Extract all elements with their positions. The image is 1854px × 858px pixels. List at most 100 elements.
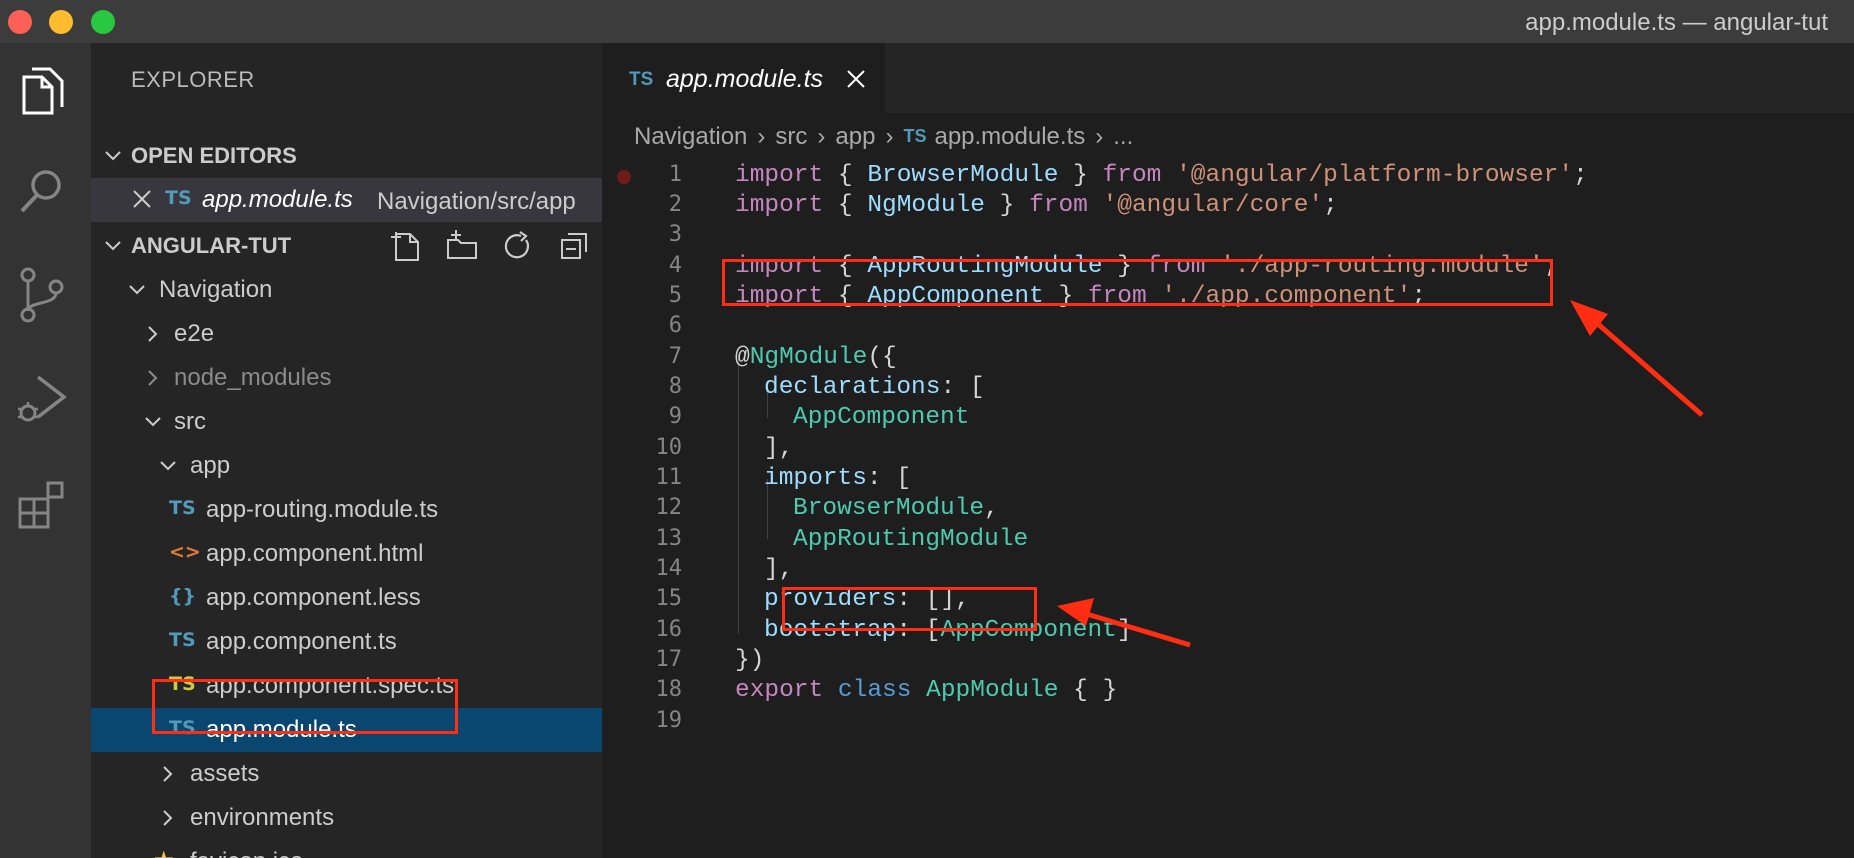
- tree-item-label: app: [190, 452, 231, 479]
- code-text: }): [735, 647, 765, 674]
- line-number: 19: [655, 708, 683, 733]
- open-editors-header[interactable]: OPEN EDITORS: [91, 136, 602, 176]
- new-file-icon[interactable]: [388, 230, 424, 262]
- minimize-window-button[interactable]: [49, 10, 73, 34]
- line-number: 3: [668, 222, 682, 247]
- tree-file-app-routing-module[interactable]: TS app-routing.module.ts: [91, 488, 602, 532]
- code-text: import { NgModule } from '@angular/core'…: [735, 192, 1338, 219]
- line-number: 2: [668, 192, 682, 217]
- tree-folder-navigation[interactable]: Navigation: [91, 268, 602, 312]
- tree-item-label: src: [174, 408, 206, 435]
- line-number: 1: [668, 162, 682, 187]
- run-debug-icon[interactable]: [14, 369, 70, 429]
- chevron-right-icon: [163, 766, 173, 782]
- breadcrumb: Navigation › src › app › TS app.module.ts ›...: [634, 122, 1133, 151]
- typescript-file-icon: TS: [629, 69, 654, 90]
- line-number: 15: [655, 586, 683, 611]
- tab-label: app.module.ts: [666, 65, 824, 93]
- highlight-box-imports-entry: [782, 587, 1037, 631]
- chevron-right-icon: [163, 810, 173, 826]
- code-text: declarations: [: [764, 374, 985, 401]
- line-number: 9: [668, 404, 682, 429]
- line-number: 17: [655, 647, 683, 672]
- line-number: 16: [655, 617, 683, 642]
- line-number: 4: [668, 253, 682, 278]
- tree-file-app-component-less[interactable]: {} app.component.less: [91, 576, 602, 620]
- close-icon[interactable]: [844, 67, 868, 91]
- tree-item-label: app-routing.module.ts: [206, 496, 439, 523]
- line-number: 11: [655, 465, 683, 490]
- less-file-icon: {}: [169, 585, 197, 607]
- line-number: 7: [668, 344, 682, 369]
- maximize-window-button[interactable]: [91, 10, 115, 34]
- chevron-down-icon: [145, 417, 161, 427]
- line-number: 5: [668, 283, 682, 308]
- tree-folder-environments[interactable]: environments: [91, 796, 602, 840]
- refresh-icon[interactable]: [500, 230, 536, 262]
- html-file-icon: <>: [169, 541, 201, 563]
- tree-item-label: node_modules: [174, 364, 332, 391]
- line-number: 18: [655, 677, 683, 702]
- open-editor-name: app.module.ts: [202, 186, 353, 213]
- highlight-box-sidebar-file: [152, 679, 458, 734]
- code-text: imports: [: [764, 465, 912, 492]
- source-control-icon[interactable]: [14, 265, 70, 325]
- tree-item-label: app.component.less: [206, 584, 421, 611]
- tree-item-label: e2e: [174, 320, 215, 347]
- tree-folder-e2e[interactable]: e2e: [91, 312, 602, 356]
- workspace-actions: [388, 230, 592, 262]
- explorer-title: EXPLORER: [131, 67, 255, 92]
- chevron-right-icon: ›: [1095, 122, 1104, 150]
- line-number: 6: [668, 313, 682, 338]
- code-line: 19: [602, 704, 1854, 740]
- tree-item-label: environments: [190, 804, 335, 831]
- tree-file-favicon[interactable]: ★ favicon.ico: [91, 840, 602, 858]
- tree-folder-app[interactable]: app: [91, 444, 602, 488]
- tree-item-label: app.component.html: [206, 540, 424, 567]
- breadcrumb-item[interactable]: src: [775, 123, 807, 151]
- search-icon[interactable]: [14, 161, 70, 221]
- explorer-sidebar: EXPLORER OPEN EDITORS TS app.module.ts N…: [91, 43, 602, 858]
- code-text: ],: [764, 556, 794, 583]
- tree-folder-node-modules[interactable]: node_modules: [91, 356, 602, 400]
- tree-item-label: favicon.ico: [190, 848, 303, 858]
- code-text: export class AppModule { }: [735, 677, 1118, 704]
- tab-app-module[interactable]: TS app.module.ts: [602, 43, 885, 113]
- line-number: 10: [655, 435, 683, 460]
- activity-bar: [0, 43, 91, 858]
- collapse-all-icon[interactable]: [556, 230, 592, 262]
- line-number: 13: [655, 526, 683, 551]
- tree-item-label: assets: [190, 760, 260, 787]
- code-text: import { BrowserModule } from '@angular/…: [735, 162, 1588, 189]
- chevron-down-icon: [160, 461, 176, 471]
- code-text: @NgModule({: [735, 344, 897, 371]
- breadcrumb-item[interactable]: Navigation: [634, 123, 747, 151]
- open-editors-label: OPEN EDITORS: [131, 143, 297, 168]
- chevron-down-icon: [105, 241, 121, 251]
- line-number: 8: [668, 374, 682, 399]
- breadcrumb-item[interactable]: app.module.ts: [934, 123, 1085, 151]
- explorer-icon[interactable]: [14, 63, 70, 123]
- tree-file-app-component-ts[interactable]: TS app.component.ts: [91, 620, 602, 664]
- code-text: ],: [764, 435, 794, 462]
- new-folder-icon[interactable]: [444, 230, 480, 262]
- tree-item-label: app.component.ts: [206, 628, 397, 655]
- typescript-file-icon: TS: [169, 497, 196, 519]
- breadcrumb-item[interactable]: ...: [1113, 123, 1133, 151]
- tree-folder-assets[interactable]: assets: [91, 752, 602, 796]
- tree-folder-src[interactable]: src: [91, 400, 602, 444]
- chevron-down-icon: [105, 151, 121, 161]
- chevron-right-icon: ›: [885, 122, 894, 150]
- breadcrumb-item[interactable]: app: [835, 123, 875, 151]
- extensions-icon[interactable]: [14, 473, 70, 533]
- close-icon[interactable]: [131, 188, 153, 210]
- code-text: AppRoutingModule: [793, 526, 1029, 553]
- code-text: AppComponent: [793, 404, 970, 431]
- title-bar: app.module.ts — angular-tut: [0, 0, 1854, 43]
- chevron-right-icon: [148, 370, 158, 386]
- typescript-file-icon: TS: [165, 187, 192, 209]
- tree-file-app-component-html[interactable]: <> app.component.html: [91, 532, 602, 576]
- open-editor-item[interactable]: TS app.module.ts Navigation/src/app: [91, 178, 602, 222]
- close-window-button[interactable]: [8, 10, 32, 34]
- workspace-header[interactable]: ANGULAR-TUT: [91, 226, 602, 266]
